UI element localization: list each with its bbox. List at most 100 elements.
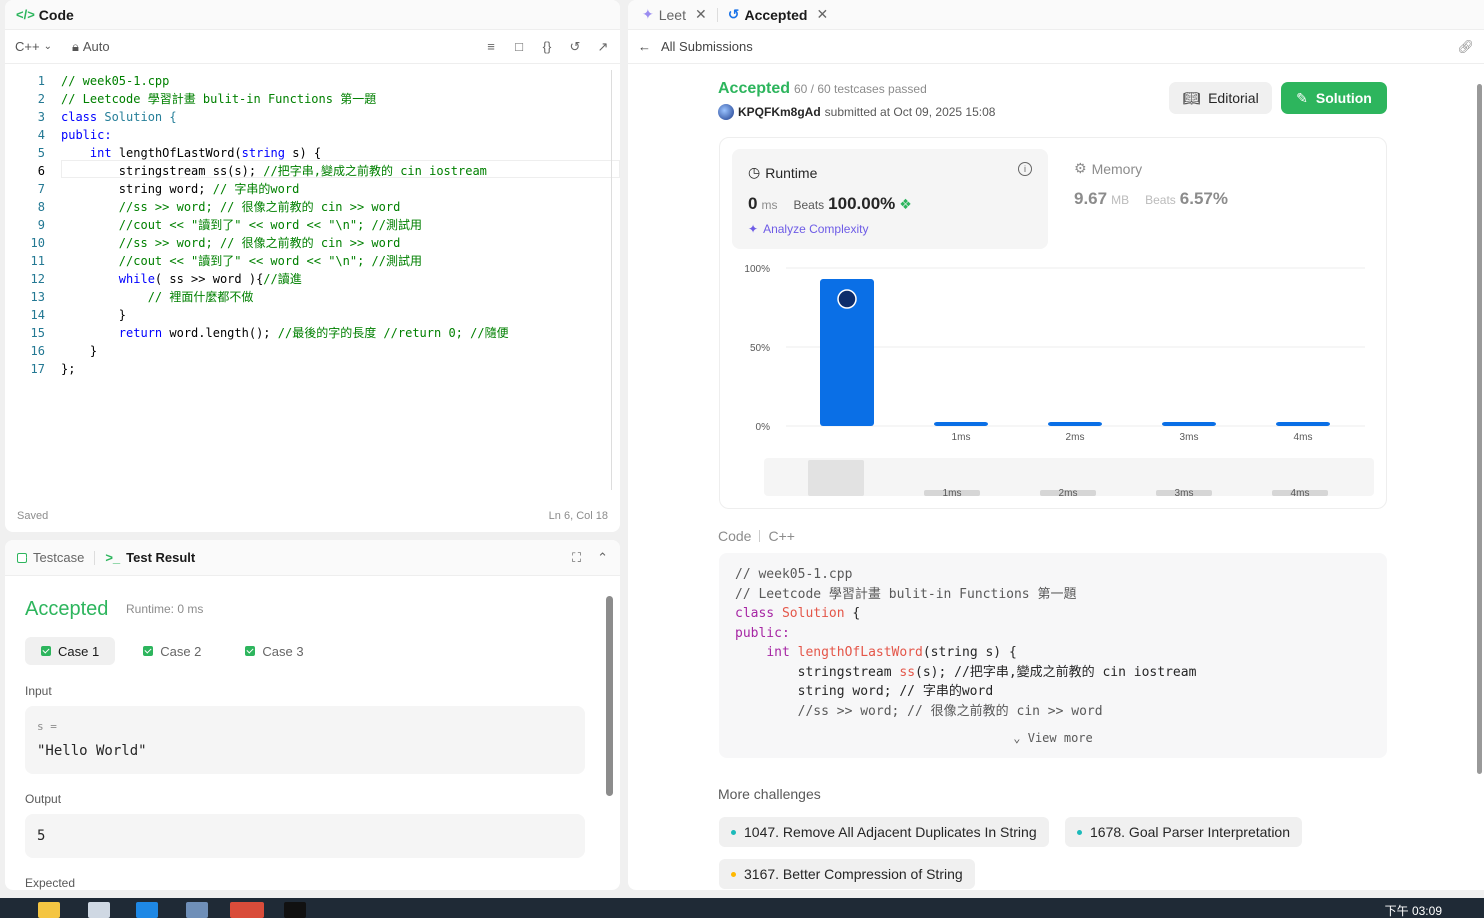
challenge-chip[interactable]: 3167. Better Compression of String — [719, 859, 975, 889]
windows-taskbar: 下午 03:09 — [0, 898, 1484, 918]
all-submissions-link[interactable]: ← All Submissions — [638, 39, 753, 54]
stats-card: ◷ Runtime i 0 ms Beats 100.00% ❖ ✦ Analy… — [719, 137, 1387, 509]
tab-testcase[interactable]: Testcase — [17, 550, 84, 565]
editor-scrollbar[interactable] — [611, 70, 612, 490]
chevron-double-down-icon: ⌄ — [1013, 731, 1021, 745]
case-tab-3[interactable]: Case 3 — [229, 637, 319, 665]
tab-accepted[interactable]: ↺ Accepted ✕ — [724, 6, 833, 23]
solution-button[interactable]: ✎ Solution — [1281, 82, 1387, 114]
case-tab-1[interactable]: Case 1 — [25, 637, 116, 665]
line-number: 14 — [30, 308, 45, 322]
divider — [716, 7, 718, 22]
x-tick-label: 4ms — [1294, 432, 1313, 443]
more-challenges-label: More challenges — [718, 786, 821, 802]
difficulty-dot — [731, 871, 736, 877]
chart-bar[interactable] — [1048, 422, 1102, 426]
code-line: //ss >> word; // 很像之前教的 cin >> word — [735, 704, 1103, 719]
tab-leet[interactable]: ✦ Leet ✕ — [638, 6, 711, 23]
output-value: 5 — [37, 828, 46, 844]
input-label: Input — [25, 684, 52, 698]
submission-status: Accepted — [718, 80, 791, 97]
info-icon[interactable]: i — [1018, 162, 1032, 176]
check-icon — [143, 646, 154, 656]
output-label: Output — [25, 792, 62, 806]
link-icon[interactable]: 🔗︎ — [1457, 39, 1474, 55]
runtime-distribution-chart[interactable]: 0% 50% 100% 1ms 2ms 3ms 4ms — [720, 258, 1388, 458]
scrollbar-thumb[interactable] — [606, 596, 613, 796]
line-number: 1 — [37, 74, 45, 88]
chart-bar[interactable] — [934, 422, 988, 426]
code-line: class Solution { — [735, 606, 861, 621]
language-select[interactable]: C++ ⌄ — [15, 39, 52, 54]
runtime-box[interactable]: ◷ Runtime i 0 ms Beats 100.00% ❖ ✦ Analy… — [732, 149, 1048, 249]
code-line: // Leetcode 學習計畫 bulit-in Functions 第一題 — [61, 92, 377, 106]
code-line: // week05-1.cpp — [735, 567, 853, 582]
challenge-label: 1047. Remove All Adjacent Duplicates In … — [744, 824, 1037, 840]
hands-icon: ❖ — [899, 196, 912, 212]
challenge-chip[interactable]: 1047. Remove All Adjacent Duplicates In … — [719, 817, 1049, 847]
line-number: 9 — [37, 218, 45, 232]
app-icon[interactable] — [186, 902, 208, 918]
edge-icon[interactable] — [136, 902, 158, 918]
test-panel-scrollbar[interactable] — [605, 580, 615, 885]
reset-icon[interactable]: ↺ — [568, 39, 582, 54]
submission-panel: ✦ Leet ✕ ↺ Accepted ✕ ← All Submissions … — [628, 0, 1484, 890]
chevron-up-icon[interactable]: ⌃ — [597, 550, 608, 566]
folder-icon[interactable] — [38, 902, 60, 918]
chart-bar[interactable] — [1276, 422, 1330, 426]
x-tick-label: 2ms — [1066, 432, 1085, 443]
tab-test-result[interactable]: >_ Test Result — [105, 550, 195, 565]
book-icon: 📖︎ — [1182, 89, 1201, 106]
edit-icon: ✎ — [1296, 89, 1308, 106]
username[interactable]: KPQFKm8gAd — [738, 105, 821, 119]
memory-beats-value: 6.57% — [1179, 189, 1228, 208]
tab-test-result-label: Test Result — [126, 550, 196, 565]
analyze-label: Analyze Complexity — [763, 222, 869, 236]
challenge-chip[interactable]: 1678. Goal Parser Interpretation — [1065, 817, 1303, 847]
scrollbar-thumb[interactable] — [1477, 84, 1482, 774]
view-more-button[interactable]: ⌄ View more — [719, 731, 1387, 745]
close-icon[interactable]: ✕ — [816, 6, 828, 23]
line-number: 7 — [37, 182, 45, 196]
tab-accepted-label: Accepted — [744, 6, 808, 23]
chip-icon: ⚙ — [1074, 160, 1087, 176]
case-tab-2[interactable]: Case 2 — [127, 637, 217, 665]
user-avatar-marker[interactable] — [837, 289, 857, 309]
view-more-label: View more — [1027, 731, 1093, 745]
test-panel-actions: ⛶ ⌃ — [572, 550, 608, 566]
navigator-svg: 1ms 2ms 3ms 4ms — [808, 460, 1328, 499]
divider — [94, 550, 96, 565]
codeblocks-icon[interactable] — [284, 902, 306, 918]
code-line: // 裡面什麼都不做 — [61, 290, 254, 304]
format-icon[interactable]: ≡ — [484, 39, 498, 54]
code-line: while( ss >> word ){//讀進 — [118, 272, 302, 286]
close-icon[interactable]: ✕ — [695, 6, 707, 23]
code-editor[interactable]: 1 // week05-1.cpp 2 // Leetcode 學習計畫 bulit… — [5, 70, 620, 490]
code-line: stringstream ss(s); //把字串,變成之前教的 cin ios… — [735, 665, 1197, 680]
submission-nav: ← All Submissions 🔗︎ — [628, 30, 1484, 64]
chart-range-navigator[interactable]: 1ms 2ms 3ms 4ms — [764, 458, 1374, 499]
fullscreen-icon[interactable]: ⛶ — [572, 550, 581, 566]
avatar[interactable] — [718, 104, 734, 120]
line-number: 4 — [37, 128, 45, 142]
editorial-button[interactable]: 📖︎ Editorial — [1169, 82, 1272, 114]
line-number: 11 — [30, 254, 45, 268]
chevron-down-icon: ⌄ — [43, 41, 52, 52]
chrome-icon[interactable] — [230, 902, 264, 918]
code-line: class Solution { — [61, 110, 177, 124]
sparkle-icon: ✦ — [748, 222, 759, 236]
memory-label-row: ⚙ Memory — [1074, 160, 1228, 177]
analyze-complexity-link[interactable]: ✦ Analyze Complexity — [748, 222, 868, 236]
right-panel-scrollbar[interactable] — [1476, 64, 1484, 890]
runtime-unit: ms — [761, 198, 778, 212]
chart-bar[interactable] — [1162, 422, 1216, 426]
memory-box[interactable]: ⚙ Memory 9.67 MB Beats 6.57% — [1074, 160, 1228, 209]
bookmark-icon[interactable]: □ — [512, 39, 526, 54]
navigator-selection[interactable] — [808, 460, 864, 496]
auto-mode[interactable]: 🔒︎ Auto — [72, 39, 110, 55]
braces-icon[interactable]: {} — [540, 39, 554, 54]
x-tick-label: 1ms — [952, 432, 971, 443]
store-icon[interactable] — [88, 902, 110, 918]
expand-icon[interactable]: ↗ — [596, 39, 610, 54]
code-line: } — [61, 308, 127, 322]
